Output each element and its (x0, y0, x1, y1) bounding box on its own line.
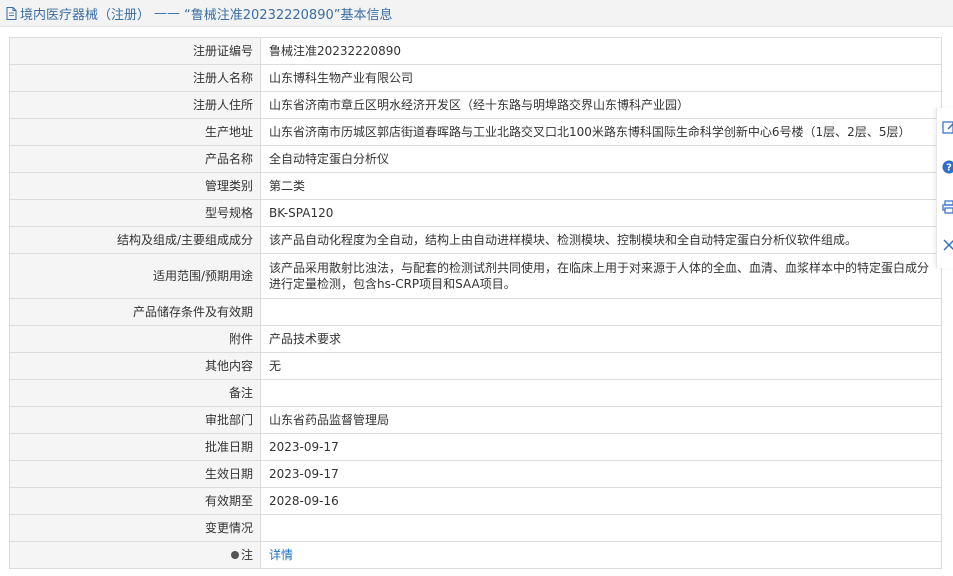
table-row: 结构及组成/主要组成成分 该产品自动化程度为全自动，结构上由自动进样模块、检测模… (9, 226, 942, 254)
print-icon (942, 200, 953, 214)
table-row: 变更情况 (9, 514, 942, 542)
note-label-cell: 注 (9, 541, 261, 569)
field-value: 2023-09-17 (260, 460, 942, 488)
table-row: 注册人名称 山东博科生物产业有限公司 (9, 64, 942, 92)
field-label: 批准日期 (9, 433, 261, 461)
field-value: 产品技术要求 (260, 325, 942, 353)
field-value: 2028-09-16 (260, 487, 942, 515)
table-row: 注册证编号 鲁械注准20232220890 (9, 37, 942, 65)
field-value: 该产品自动化程度为全自动，结构上由自动进样模块、检测模块、控制模块和全自动特定蛋… (260, 226, 942, 254)
field-value: 2023-09-17 (260, 433, 942, 461)
close-button[interactable] (940, 236, 953, 254)
field-value: 山东省药品监督管理局 (260, 406, 942, 434)
field-value: 无 (260, 352, 942, 380)
field-label: 生产地址 (9, 118, 261, 146)
pin-icon (230, 551, 239, 559)
field-value: 山东博科生物产业有限公司 (260, 64, 942, 92)
note-value-cell: 详情 (260, 541, 942, 569)
table-row: 注册人住所 山东省济南市章丘区明水经济开发区（经十东路与明埠路交界山东博科产业园… (9, 91, 942, 119)
table-row: 附件 产品技术要求 (9, 325, 942, 353)
field-label: 管理类别 (9, 172, 261, 200)
table-row: 生效日期 2023-09-17 (9, 460, 942, 488)
field-label: 注册人名称 (9, 64, 261, 92)
table-row: 有效期至 2028-09-16 (9, 487, 942, 515)
field-label: 适用范围/预期用途 (9, 253, 261, 299)
field-label: 结构及组成/主要组成成分 (9, 226, 261, 254)
help-icon: ? (942, 160, 953, 174)
device-info-table: 注册证编号 鲁械注准20232220890 注册人名称 山东博科生物产业有限公司… (9, 37, 942, 569)
table-row: 型号规格 BK-SPA120 (9, 199, 942, 227)
help-button[interactable]: ? (940, 158, 953, 176)
document-icon (6, 6, 17, 20)
print-button[interactable] (940, 198, 953, 216)
field-value (260, 514, 942, 542)
title-category: 境内医疗器械（注册） (20, 7, 151, 23)
table-row: 适用范围/预期用途 该产品采用散射比浊法，与配套的检测试剂共同使用，在临床上用于… (9, 253, 942, 299)
edit-icon (942, 121, 953, 134)
title-separator: —— (154, 5, 181, 21)
floating-toolbar: ? (936, 108, 953, 268)
field-label: 注册证编号 (9, 37, 261, 65)
table-row: 批准日期 2023-09-17 (9, 433, 942, 461)
field-value: 山东省济南市历城区郭店街道春晖路与工业北路交叉口北100米路东博科国际生命科学创… (260, 118, 942, 146)
table-row: 产品名称 全自动特定蛋白分析仪 (9, 145, 942, 173)
field-label: 有效期至 (9, 487, 261, 515)
title-record: “鲁械注准20232220890”基本信息 (184, 7, 393, 23)
field-value: 山东省济南市章丘区明水经济开发区（经十东路与明埠路交界山东博科产业园） (260, 91, 942, 119)
field-value: 全自动特定蛋白分析仪 (260, 145, 942, 173)
field-label: 备注 (9, 379, 261, 407)
field-label: 生效日期 (9, 460, 261, 488)
field-label: 注册人住所 (9, 91, 261, 119)
table-row: 管理类别 第二类 (9, 172, 942, 200)
table-row: 生产地址 山东省济南市历城区郭店街道春晖路与工业北路交叉口北100米路东博科国际… (9, 118, 942, 146)
field-label: 其他内容 (9, 352, 261, 380)
field-label: 附件 (9, 325, 261, 353)
details-link[interactable]: 详情 (269, 548, 293, 562)
field-value (260, 298, 942, 326)
field-value: 该产品采用散射比浊法，与配套的检测试剂共同使用，在临床上用于对来源于人体的全血、… (260, 253, 942, 299)
svg-text:?: ? (946, 163, 952, 174)
field-value: BK-SPA120 (260, 199, 942, 227)
field-value: 第二类 (260, 172, 942, 200)
table-row: 审批部门 山东省药品监督管理局 (9, 406, 942, 434)
note-label: 注 (240, 548, 253, 562)
field-label: 变更情况 (9, 514, 261, 542)
table-row-note: 注 详情 (9, 541, 942, 569)
field-label: 型号规格 (9, 199, 261, 227)
field-value (260, 379, 942, 407)
table-row: 产品储存条件及有效期 (9, 298, 942, 326)
table-row: 备注 (9, 379, 942, 407)
table-row: 其他内容 无 (9, 352, 942, 380)
edit-button[interactable] (940, 118, 953, 136)
field-value: 鲁械注准20232220890 (260, 37, 942, 65)
field-label: 产品储存条件及有效期 (9, 298, 261, 326)
close-icon (943, 239, 953, 251)
field-label: 审批部门 (9, 406, 261, 434)
field-label: 产品名称 (9, 145, 261, 173)
page-title-bar: 境内医疗器械（注册） —— “鲁械注准20232220890”基本信息 (0, 0, 953, 27)
